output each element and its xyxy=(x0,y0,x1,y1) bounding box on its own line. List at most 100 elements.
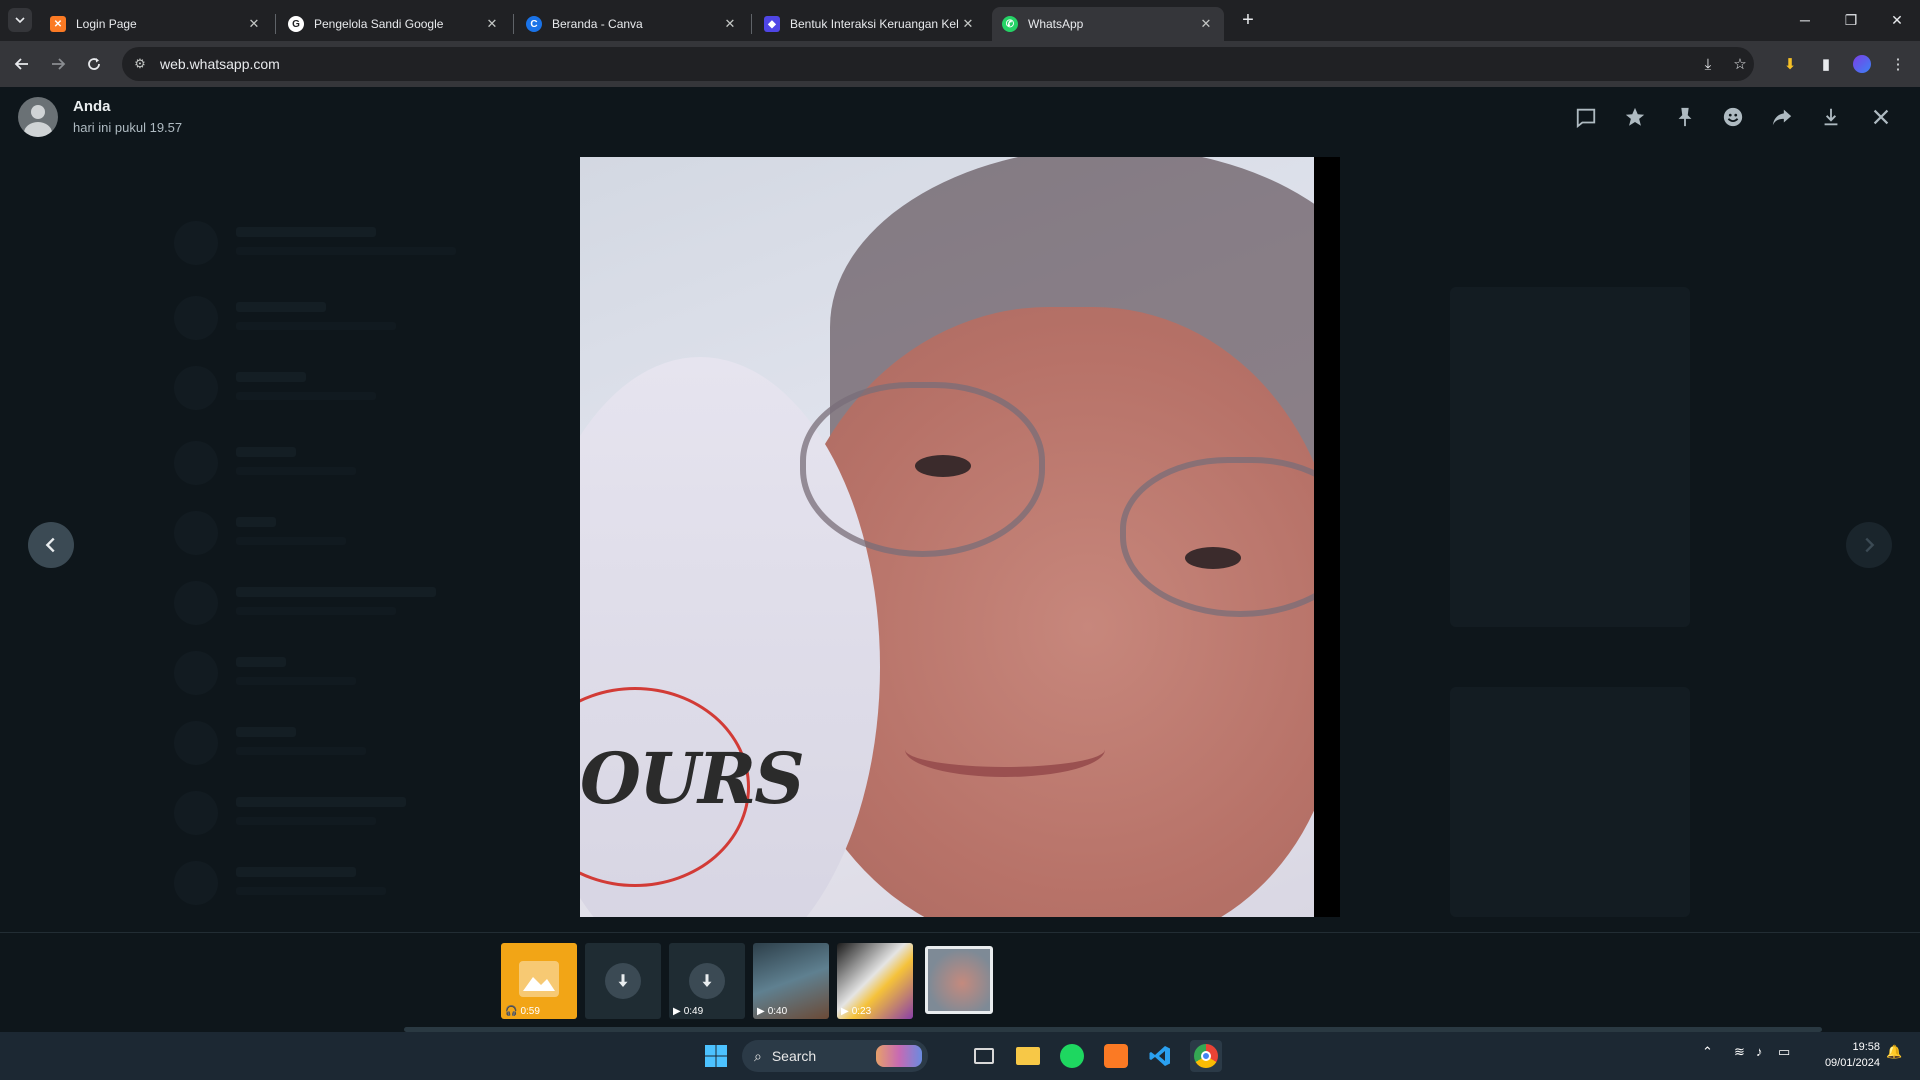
battery-icon[interactable]: ▭ xyxy=(1778,1044,1790,1060)
address-bar[interactable]: ⚙ web.whatsapp.com xyxy=(122,47,1754,81)
file-explorer-icon[interactable] xyxy=(1012,1040,1044,1072)
install-app-icon[interactable]: ⤓ xyxy=(1694,50,1722,78)
tab-title: Login Page xyxy=(76,17,137,31)
side-panel-icon[interactable]: ▮ xyxy=(1812,50,1840,78)
close-tab-icon[interactable]: ✕ xyxy=(1198,16,1214,32)
background-message-media xyxy=(1450,687,1690,917)
back-button[interactable] xyxy=(8,50,36,78)
sent-timestamp: hari ini pukul 19.57 xyxy=(73,120,183,135)
spotify-icon[interactable] xyxy=(1056,1040,1088,1072)
restore-button[interactable]: ❐ xyxy=(1828,0,1874,40)
vscode-icon[interactable] xyxy=(1144,1040,1176,1072)
thumbnail-divider xyxy=(0,932,1920,933)
forward-button[interactable] xyxy=(1768,103,1796,131)
tab-login-page[interactable]: ✕ Login Page ✕ xyxy=(40,7,272,41)
close-icon xyxy=(1873,109,1889,125)
download-icon xyxy=(1824,108,1838,126)
chrome-icon[interactable] xyxy=(1190,1040,1222,1072)
close-tab-icon[interactable]: ✕ xyxy=(722,16,738,32)
tab-password-manager[interactable]: G Pengelola Sandi Google ✕ xyxy=(278,7,510,41)
reply-button[interactable] xyxy=(1572,103,1600,131)
arrow-down-icon xyxy=(618,974,628,987)
chevron-left-icon xyxy=(45,537,55,553)
background-message-media xyxy=(1450,287,1690,627)
arrow-left-icon xyxy=(14,58,28,70)
media-thumbnail[interactable]: 🎧 0:59 xyxy=(501,943,577,1019)
next-media-button[interactable] xyxy=(1846,522,1892,568)
bookmark-star-icon[interactable]: ☆ xyxy=(1726,50,1754,78)
viewer-header: Anda hari ini pukul 19.57 xyxy=(0,87,1920,147)
volume-icon[interactable]: ♪ xyxy=(1756,1044,1763,1059)
taskbar: ⌕ Search ⌃ ≋ ♪ ▭ 19:58 09/01/2024 🔔 xyxy=(0,1032,1920,1080)
tab-bentuk-interaksi[interactable]: ◆ Bentuk Interaksi Keruangan Kel ✕ xyxy=(754,7,986,41)
taskbar-search[interactable]: ⌕ Search xyxy=(742,1040,928,1072)
video-camera-icon: ▶ xyxy=(757,1006,765,1017)
tab-divider xyxy=(513,14,514,34)
avatar[interactable] xyxy=(18,97,58,137)
star-button[interactable] xyxy=(1621,103,1649,131)
search-highlight-icon xyxy=(876,1045,922,1067)
browser-tab-strip: ✕ Login Page ✕ G Pengelola Sandi Google … xyxy=(0,0,1920,41)
pin-button[interactable] xyxy=(1671,103,1699,131)
previous-media-button[interactable] xyxy=(28,522,74,568)
media-thumbnail[interactable] xyxy=(585,943,661,1019)
show-hidden-icons-button[interactable]: ⌃ xyxy=(1702,1044,1713,1060)
clock-time: 19:58 xyxy=(1852,1041,1880,1053)
downloads-icon[interactable]: ⬇ xyxy=(1776,50,1804,78)
close-tab-icon[interactable]: ✕ xyxy=(246,16,262,32)
media-thumbnail[interactable]: ▶ 0:40 xyxy=(753,943,829,1019)
browser-menu-icon[interactable]: ⋮ xyxy=(1884,50,1912,78)
tab-canva[interactable]: C Beranda - Canva ✕ xyxy=(516,7,748,41)
pin-icon xyxy=(1678,107,1692,127)
url-text[interactable]: web.whatsapp.com xyxy=(160,56,280,72)
xampp-icon: ✕ xyxy=(50,16,66,32)
arrow-down-icon xyxy=(702,974,712,987)
media-thumbnail[interactable]: ▶ 0:49 xyxy=(669,943,745,1019)
chevron-right-icon xyxy=(1865,537,1875,553)
profile-avatar[interactable] xyxy=(1848,50,1876,78)
task-view-icon[interactable] xyxy=(968,1040,1000,1072)
download-media-button[interactable] xyxy=(689,963,725,999)
clock-date: 09/01/2024 xyxy=(1824,1057,1880,1069)
media-thumbnail[interactable]: ▶ 0:23 xyxy=(837,943,913,1019)
search-placeholder: Search xyxy=(771,1048,817,1064)
react-button[interactable] xyxy=(1719,103,1747,131)
wifi-icon[interactable]: ≋ xyxy=(1734,1044,1745,1060)
tab-whatsapp[interactable]: ✆ WhatsApp ✕ xyxy=(992,7,1224,41)
google-key-icon: G xyxy=(288,16,304,32)
tab-title: WhatsApp xyxy=(1028,17,1084,31)
xampp-icon[interactable] xyxy=(1100,1040,1132,1072)
site-info-icon[interactable]: ⚙ xyxy=(126,50,154,78)
forward-button[interactable] xyxy=(44,50,72,78)
minimize-button[interactable]: ─ xyxy=(1782,0,1828,40)
tab-search-button[interactable] xyxy=(8,8,32,32)
media-thumbnail-current[interactable] xyxy=(925,946,993,1014)
thumbnail-duration: 0:40 xyxy=(767,1006,788,1017)
close-tab-icon[interactable]: ✕ xyxy=(484,16,500,32)
headphones-icon: 🎧 xyxy=(505,1006,518,1017)
photo-image: OURS xyxy=(580,157,1314,917)
reload-button[interactable] xyxy=(80,50,108,78)
tab-title: Bentuk Interaksi Keruangan Kel xyxy=(790,17,959,31)
download-media-button[interactable] xyxy=(605,963,641,999)
close-tab-icon[interactable]: ✕ xyxy=(960,16,976,32)
notification-bell-icon[interactable]: 🔔 xyxy=(1886,1044,1902,1060)
browser-toolbar: ⚙ web.whatsapp.com ⤓ ☆ ⬇ ▮ ⋮ xyxy=(0,41,1920,87)
system-clock[interactable]: 19:58 09/01/2024 xyxy=(1810,1039,1880,1071)
tab-title: Beranda - Canva xyxy=(552,17,643,31)
search-icon: ⌕ xyxy=(754,1047,762,1064)
thumbnail-duration: 0:49 xyxy=(683,1006,704,1017)
start-button[interactable] xyxy=(700,1040,732,1072)
chevron-down-icon xyxy=(15,17,25,24)
forward-icon xyxy=(1772,109,1792,126)
download-button[interactable] xyxy=(1817,103,1845,131)
reload-icon xyxy=(88,58,100,70)
close-viewer-button[interactable] xyxy=(1867,103,1895,131)
thumbnail-duration: 0:59 xyxy=(520,1006,540,1017)
arrow-right-icon xyxy=(52,58,66,70)
video-camera-icon: ▶ xyxy=(841,1006,849,1017)
media-photo[interactable]: OURS xyxy=(580,157,1340,917)
background-chat-list xyxy=(160,157,560,1017)
close-window-button[interactable]: ✕ xyxy=(1874,0,1920,40)
new-tab-button[interactable]: + xyxy=(1234,8,1262,32)
